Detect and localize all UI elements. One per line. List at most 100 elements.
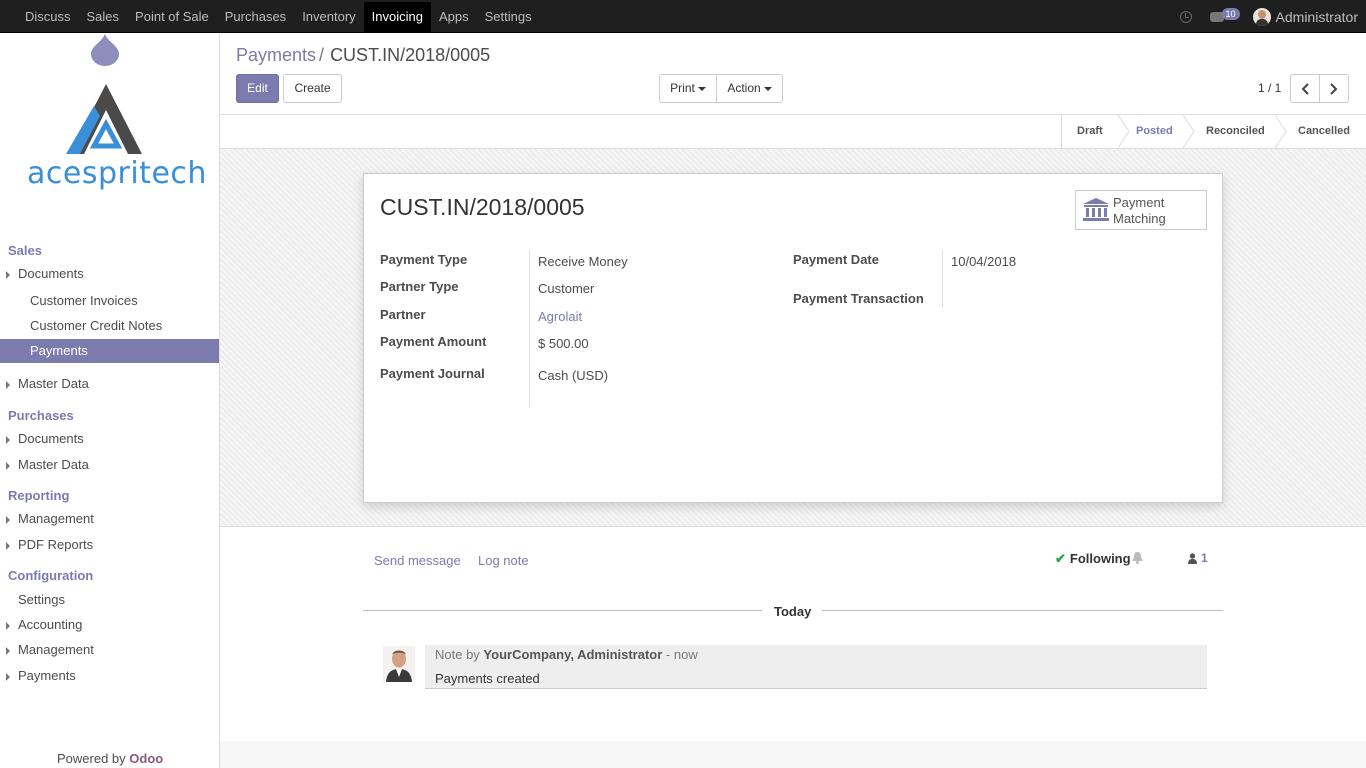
sidebar-item-customer-invoices[interactable]: Customer Invoices <box>0 289 219 313</box>
sidebar-item-config-management[interactable]: Management <box>0 638 219 662</box>
partner-label: Partner <box>380 307 426 322</box>
sidebar-item-settings[interactable]: Settings <box>0 588 219 612</box>
record-title: CUST.IN/2018/0005 <box>380 194 585 220</box>
author-avatar[interactable] <box>383 646 415 682</box>
message-author[interactable]: YourCompany, Administrator <box>483 647 662 662</box>
action-label: Action <box>727 81 761 95</box>
sidebar-item-customer-credit-notes[interactable]: Customer Credit Notes <box>0 314 219 338</box>
menu-apps[interactable]: Apps <box>431 0 477 33</box>
menu-inventory[interactable]: Inventory <box>294 0 363 33</box>
send-message-button[interactable]: Send message <box>374 553 461 568</box>
menu-purchases[interactable]: Purchases <box>217 0 294 33</box>
caret-right-icon <box>6 542 10 550</box>
payment-type-value: Receive Money <box>538 254 628 269</box>
sidebar-item-label: Documents <box>18 431 84 446</box>
print-dropdown[interactable]: Print <box>659 74 717 103</box>
message-body: Payments created <box>435 671 540 686</box>
sidebar-item-sales-master-data[interactable]: Master Data <box>0 372 219 396</box>
stage-reconciled[interactable]: Reconciled <box>1206 115 1265 148</box>
menu-discuss[interactable]: Discuss <box>17 0 79 33</box>
divider-line <box>363 610 762 611</box>
create-button[interactable]: Create <box>283 74 342 103</box>
followers-icon <box>1188 553 1197 564</box>
sidebar: acespritech Sales Documents Customer Inv… <box>0 34 220 768</box>
sidebar-item-label: Payments <box>18 668 76 683</box>
payment-amount-label: Payment Amount <box>380 334 487 349</box>
stage-posted[interactable]: Posted <box>1136 115 1173 148</box>
section-configuration: Configuration <box>8 568 94 583</box>
stage-arrow-separator <box>1118 115 1130 148</box>
message-prefix: Note by <box>435 647 484 662</box>
payment-date-value: 10/04/2018 <box>951 254 1017 269</box>
bell-icon[interactable] <box>1132 552 1143 564</box>
activity-clock-icon[interactable] <box>1179 10 1192 23</box>
caret-right-icon <box>6 516 10 524</box>
user-avatar[interactable] <box>1252 7 1271 26</box>
sidebar-item-purchases-documents[interactable]: Documents <box>0 427 219 451</box>
payment-matching-line2: Matching <box>1113 211 1166 226</box>
following-button[interactable]: ✔ Following <box>1055 551 1131 567</box>
edit-button[interactable]: Edit <box>236 74 279 103</box>
menu-sales[interactable]: Sales <box>79 0 128 33</box>
chevron-right-icon <box>1330 83 1338 95</box>
caret-down-icon <box>697 86 706 91</box>
caret-down-icon <box>763 86 772 91</box>
breadcrumb-current: CUST.IN/2018/0005 <box>330 45 491 65</box>
stage-draft[interactable]: Draft <box>1077 115 1103 148</box>
menu-point-of-sale[interactable]: Point of Sale <box>127 0 217 33</box>
caret-right-icon <box>6 622 10 630</box>
sidebar-item-config-payments[interactable]: Payments <box>0 664 219 688</box>
bank-icon <box>1083 198 1109 221</box>
menu-settings[interactable]: Settings <box>477 0 540 33</box>
logo-text: acespritech <box>27 156 207 191</box>
powered-by: Powered by Odoo <box>57 751 163 766</box>
payment-matching-button[interactable]: Payment Matching <box>1075 190 1207 230</box>
log-note-button[interactable]: Log note <box>478 553 529 568</box>
check-icon: ✔ <box>1055 551 1066 566</box>
section-sales: Sales <box>8 243 42 258</box>
partner-link[interactable]: Agrolait <box>538 309 582 324</box>
pager-previous-button[interactable] <box>1290 74 1320 103</box>
payment-date-label: Payment Date <box>793 252 879 267</box>
sidebar-item-purchases-master-data[interactable]: Master Data <box>0 453 219 477</box>
user-menu[interactable]: Administrator <box>1276 9 1358 25</box>
sidebar-item-label: Master Data <box>18 376 89 391</box>
sidebar-item-label: Accounting <box>18 617 83 632</box>
payment-amount-value: $ 500.00 <box>538 336 589 351</box>
sidebar-item-sales-documents[interactable]: Documents <box>0 262 219 286</box>
message-count-badge: 10 <box>1221 7 1240 20</box>
status-bar: Draft Posted Reconciled Cancelled <box>220 114 1366 149</box>
sidebar-item-accounting[interactable]: Accounting <box>0 613 219 637</box>
following-label: Following <box>1069 551 1131 566</box>
action-dropdown[interactable]: Action <box>716 74 783 103</box>
breadcrumb-payments[interactable]: Payments <box>236 45 316 65</box>
pager-value[interactable]: 1 / 1 <box>1258 81 1281 95</box>
partner-type-value: Customer <box>538 281 595 296</box>
acespritech-logo-icon <box>66 84 142 154</box>
powered-prefix: Powered by <box>57 751 130 766</box>
caret-right-icon <box>6 381 10 389</box>
followers-count[interactable]: 1 <box>1201 551 1208 565</box>
stage-arrow-separator <box>1183 115 1195 148</box>
chevron-left-icon <box>1301 83 1309 95</box>
sidebar-item-label: Management <box>18 511 94 526</box>
sidebar-item-label: PDF Reports <box>18 537 94 552</box>
pager-next-button[interactable] <box>1319 74 1349 103</box>
payment-journal-label: Payment Journal <box>380 366 485 381</box>
payment-transaction-label: Payment Transaction <box>793 291 924 306</box>
payment-matching-label: Payment Matching <box>1113 195 1166 227</box>
footer-strip <box>220 741 1366 768</box>
menu-invoicing[interactable]: Invoicing <box>363 2 431 32</box>
stage-cancelled[interactable]: Cancelled <box>1298 115 1350 148</box>
sidebar-item-payments[interactable]: Payments <box>0 339 219 363</box>
section-purchases: Purchases <box>8 408 74 423</box>
caret-right-icon <box>6 271 10 279</box>
sidebar-item-pdf-reports[interactable]: PDF Reports <box>0 533 219 557</box>
payment-matching-line1: Payment <box>1113 195 1165 210</box>
divider-line <box>822 610 1223 611</box>
odoo-link[interactable]: Odoo <box>129 751 163 766</box>
partner-type-label: Partner Type <box>380 279 459 294</box>
sidebar-item-label: Management <box>18 642 94 657</box>
field-divider <box>942 250 943 307</box>
sidebar-item-reporting-management[interactable]: Management <box>0 507 219 531</box>
